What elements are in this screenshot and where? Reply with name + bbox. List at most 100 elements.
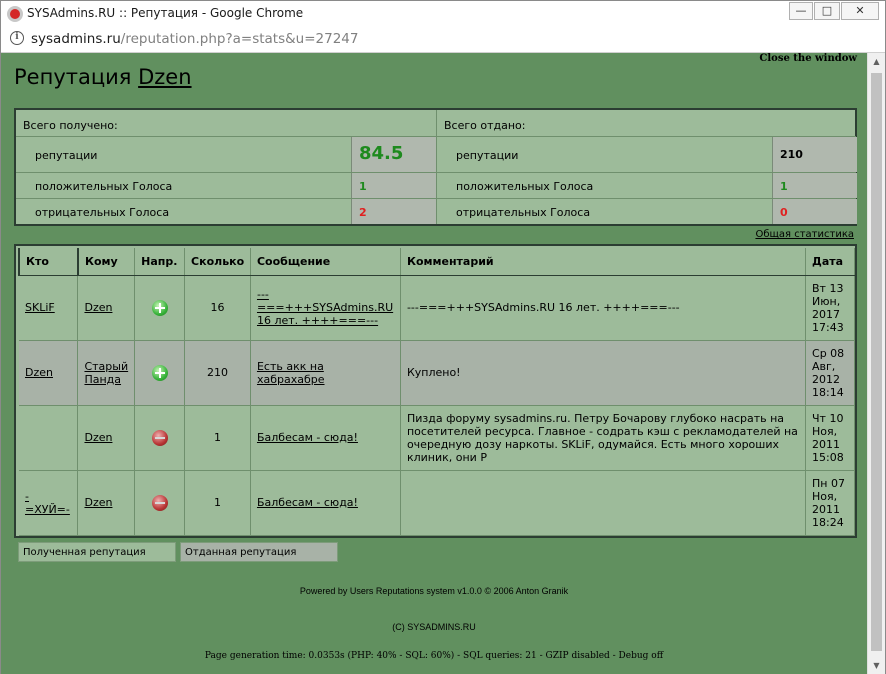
received-reputation-label: репутации — [35, 149, 98, 162]
to-link[interactable]: Старый Панда — [84, 360, 128, 386]
col-who[interactable]: Кто — [18, 248, 79, 276]
col-date[interactable]: Дата — [805, 248, 855, 276]
row-who — [19, 405, 79, 471]
received-reputation-value: 84.5 — [351, 137, 436, 172]
date-line: Чт 10 — [812, 411, 844, 425]
to-link[interactable]: Dzen — [84, 301, 112, 314]
given-reputation-label: репутации — [456, 149, 519, 162]
to-line: Панда — [84, 372, 122, 386]
given-row-negative: отрицательных Голоса 0 — [437, 199, 857, 224]
received-row-negative: отрицательных Голоса 2 — [16, 199, 436, 224]
date-line: Ноя, — [812, 489, 838, 503]
given-negative-label: отрицательных Голоса — [456, 206, 591, 219]
copyright-text: (C) SYSADMINS.RU — [392, 622, 476, 632]
date-line: 18:14 — [812, 385, 844, 399]
row-amount: 16 — [184, 275, 251, 341]
col-to[interactable]: Кому — [77, 248, 136, 276]
scroll-thumb[interactable] — [871, 73, 882, 651]
plus-vote-icon — [151, 364, 168, 381]
date-line: 17:43 — [812, 320, 844, 334]
row-to: Старый Панда — [77, 340, 136, 406]
who-link[interactable]: SKLiF — [25, 301, 55, 314]
row-message: --- ===+++SYSAdmins.RU 16 лет. ++++===--- — [250, 275, 401, 341]
table-row: Dzen Старый Панда 210 Есть акк на хабраха… — [19, 340, 855, 406]
row-message: Балбесам - сюда! — [250, 405, 401, 471]
debug-info-text: Page generation time: 0.0353s (PHP: 40% … — [204, 651, 664, 661]
received-negative-value: 2 — [351, 199, 436, 224]
message-line: --- — [256, 288, 269, 301]
address-bar[interactable]: i sysadmins.ru/reputation.php?a=stats&u=… — [1, 25, 885, 53]
who-link[interactable]: Dzen — [25, 366, 53, 379]
row-message: Есть акк на хабрахабре — [250, 340, 401, 406]
scroll-down-icon[interactable]: ▼ — [868, 657, 885, 674]
table-row: SKLiF Dzen 16 --- ===+++SYSAdmins.RU 16 ле… — [19, 275, 855, 341]
minus-vote-icon — [151, 429, 168, 446]
summary-given: Всего отдано: репутации 210 положительны… — [436, 110, 857, 224]
scroll-up-icon[interactable]: ▲ — [868, 53, 885, 70]
vertical-scrollbar[interactable]: ▲ ▼ — [867, 53, 885, 674]
message-link[interactable]: Балбесам - сюда! — [257, 496, 358, 509]
row-who: SKLiF — [19, 275, 79, 341]
site-favicon-icon — [7, 6, 23, 22]
window-title: SYSAdmins.RU :: Репутация - Google Chrom… — [27, 6, 304, 20]
who-link[interactable]: - =ХУЙ=- — [25, 490, 70, 516]
close-button[interactable]: ✕ — [841, 2, 879, 20]
message-link[interactable]: Есть акк на хабрахабре — [257, 360, 325, 386]
tab-given-reputation[interactable]: Отданная репутация — [180, 542, 338, 562]
date-line: Авг, — [812, 359, 836, 373]
date-line: Ср 08 — [812, 346, 845, 360]
row-to: Dzen — [77, 470, 136, 536]
general-stats-link[interactable]: Общая статистика — [755, 229, 854, 240]
given-row-reputation: репутации 210 — [437, 137, 857, 173]
date-line: Июн, — [812, 294, 841, 308]
date-line: 2011 — [812, 437, 841, 451]
page-title: Репутация Dzen — [14, 65, 192, 89]
date-line: Ноя, — [812, 424, 838, 438]
page-viewport: Close the window Репутация Dzen Всего по… — [1, 53, 867, 674]
row-to: Dzen — [77, 405, 136, 471]
received-row-reputation: репутации 84.5 — [16, 137, 436, 173]
message-line: ===+++SYSAdmins.RU — [256, 301, 394, 314]
info-icon[interactable]: i — [10, 31, 24, 45]
row-comment: Пизда форуму sysadmins.ru. Петру Бочаров… — [400, 405, 807, 471]
given-heading: Всего отдано: — [437, 110, 856, 137]
page-title-prefix: Репутация — [14, 65, 132, 89]
row-date: Пн 07 Ноя, 2011 18:24 — [805, 470, 855, 536]
row-comment: Куплено! — [400, 340, 807, 406]
col-direction[interactable]: Напр. — [134, 248, 186, 276]
given-positive-value: 1 — [772, 173, 857, 198]
col-amount[interactable]: Сколько — [184, 248, 251, 276]
minimize-button[interactable]: — — [789, 2, 813, 20]
col-message[interactable]: Сообщение — [250, 248, 401, 276]
row-date: Чт 10 Ноя, 2011 15:08 — [805, 405, 855, 471]
date-line: 15:08 — [812, 450, 844, 464]
col-comment[interactable]: Комментарий — [400, 248, 807, 276]
title-bar: SYSAdmins.RU :: Репутация - Google Chrom… — [1, 1, 885, 25]
log-header-row: Кто Кому Напр. Сколько Сообщение Коммент… — [18, 248, 855, 276]
date-line: Вт 13 — [812, 281, 844, 295]
row-amount: 210 — [184, 340, 251, 406]
given-positive-label: положительных Голоса — [456, 180, 594, 193]
received-positive-value: 1 — [351, 173, 436, 198]
given-reputation-value: 210 — [772, 137, 857, 172]
log-table: Кто Кому Напр. Сколько Сообщение Коммент… — [18, 248, 855, 536]
page-title-user-link[interactable]: Dzen — [138, 65, 191, 89]
reputation-log: Кто Кому Напр. Сколько Сообщение Коммент… — [14, 244, 857, 538]
to-link[interactable]: Dzen — [84, 431, 112, 444]
tab-received-reputation[interactable]: Полученная репутация — [18, 542, 176, 562]
url-text[interactable]: sysadmins.ru/reputation.php?a=stats&u=27… — [31, 31, 358, 47]
date-line: 2012 — [812, 372, 841, 386]
browser-window: SYSAdmins.RU :: Репутация - Google Chrom… — [0, 0, 886, 674]
date-line: Пн 07 — [812, 476, 845, 490]
to-link[interactable]: Dzen — [84, 496, 112, 509]
message-link[interactable]: Балбесам - сюда! — [257, 431, 358, 444]
row-to: Dzen — [77, 275, 136, 341]
received-negative-label: отрицательных Голоса — [35, 206, 170, 219]
received-positive-label: положительных Голоса — [35, 180, 173, 193]
row-who: - =ХУЙ=- — [19, 470, 79, 536]
row-direction — [134, 275, 186, 341]
date-line: 2017 — [812, 307, 841, 321]
close-window-link[interactable]: Close the window — [759, 53, 857, 64]
message-link[interactable]: --- ===+++SYSAdmins.RU 16 лет. ++++===--- — [257, 288, 393, 327]
maximize-button[interactable]: □ — [814, 2, 840, 20]
